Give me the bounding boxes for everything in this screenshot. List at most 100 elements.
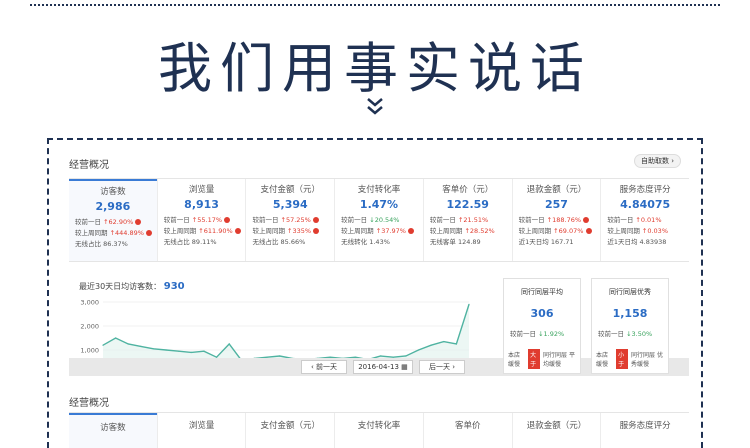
data-point xyxy=(443,341,445,343)
kpi-compare-week: 较上周同期 ↑611.90% xyxy=(164,225,246,235)
kpi-label: 客单价（元） xyxy=(442,185,494,195)
kpi-card[interactable]: 支付转化率 1.47% 较前一日 ↓20.54% 较上周同期 ↑37.97% 无… xyxy=(334,179,423,261)
chevron-down-icon xyxy=(367,98,383,115)
data-point xyxy=(405,355,407,357)
kpi-value: 122.59 xyxy=(446,198,489,211)
kpi-row-2: 访客数 浏览量 支付金额（元） 支付转化率 客单价 退款金额（元） 服务态度评分 xyxy=(69,412,689,448)
data-point xyxy=(102,344,104,346)
kpi-label[interactable]: 支付转化率 xyxy=(334,413,423,448)
kpi-compare-day: 较前一日 ↓20.54% xyxy=(341,216,400,224)
compare-tag: 小于 xyxy=(616,349,629,369)
y-tick-label: 3,000 xyxy=(80,299,99,307)
kpi-wireless: 无线转化 1.43% xyxy=(341,238,390,246)
kpi-compare-week: 较上周同期 ↑69.07% xyxy=(519,225,601,235)
kpi-compare-day: 较前一日 ↑21.51% xyxy=(429,216,489,224)
peer-excellent-card[interactable]: 同行同层优秀 1,158 较前一日 ↓3.50% 本店 缓慢 小于 同行同层 优秀缓… xyxy=(591,278,669,374)
y-tick-label: 1,000 xyxy=(80,347,99,355)
data-point xyxy=(380,355,382,357)
kpi-compare-day: 较前一日 ↑62.90% xyxy=(75,216,157,226)
card-compare: 较前一日 ↓1.92% xyxy=(510,330,565,338)
kpi-label[interactable]: 访客数 xyxy=(69,413,157,448)
card-title: 同行同层平均 xyxy=(521,288,563,296)
kpi-compare-week: 较上周同期 ↑37.97% xyxy=(341,225,423,235)
next-day-button[interactable]: 后一天 › xyxy=(419,360,465,374)
kpi-compare-week: 较上周同期 ↑0.03% xyxy=(607,227,668,235)
prev-day-button[interactable]: ‹ 前一天 xyxy=(301,360,347,374)
kpi-label[interactable]: 浏览量 xyxy=(156,413,246,448)
data-point xyxy=(152,348,155,350)
peer-average-card[interactable]: 同行同层平均 306 较前一日 ↓1.92% 本店 缓慢 大于 同行同层 平均缓慢 xyxy=(503,278,581,374)
kpi-label: 服务态度评分 xyxy=(619,185,671,195)
data-point xyxy=(455,343,457,345)
kpi-compare-week: 较上周同期 ↑335% xyxy=(252,225,334,235)
kpi-wireless: 无线客单 124.89 xyxy=(429,238,481,246)
kpi-wireless: 无线占比 89.11% xyxy=(163,238,217,246)
kpi-label: 浏览量 xyxy=(188,185,215,195)
kpi-card[interactable]: 退款金额（元） 257 较前一日 ↑188.76% 较上周同期 ↑69.07% … xyxy=(511,179,601,261)
kpi-row: 访客数 2,986 较前一日 ↑62.90% 较上周同期 ↑444.89% 无线… xyxy=(69,178,689,262)
card-footer: 本店 缓慢 大于 同行同层 平均缓慢 xyxy=(508,349,576,369)
data-point xyxy=(190,351,192,353)
kpi-compare-day: 较前一日 ↑0.01% xyxy=(607,216,662,224)
data-point xyxy=(203,350,205,352)
kpi-label[interactable]: 支付金额（元） xyxy=(245,413,334,448)
kpi-card[interactable]: 服务态度评分 4.84075 较前一日 ↑0.01% 较上周同期 ↑0.03% … xyxy=(600,179,689,261)
data-point xyxy=(165,349,167,351)
kpi-label: 支付转化率 xyxy=(357,185,401,195)
kpi-card[interactable]: 客单价（元） 122.59 较前一日 ↑21.51% 较上周同期 ↑28.52%… xyxy=(422,179,512,261)
alert-dot-icon xyxy=(583,217,590,223)
data-point xyxy=(228,343,230,345)
kpi-label[interactable]: 服务态度评分 xyxy=(600,413,689,448)
alert-dot-icon xyxy=(312,217,319,223)
kpi-compare-day: 较前一日 ↑57.25% xyxy=(252,214,334,224)
data-point xyxy=(115,337,117,339)
data-point xyxy=(178,350,180,352)
kpi-value: 257 xyxy=(544,198,568,211)
kpi-compare-week: 较上周同期 ↑28.52% xyxy=(429,227,495,235)
kpi-compare-day: 较前一日 ↑55.17% xyxy=(164,214,246,224)
alert-dot-icon xyxy=(135,219,142,225)
kpi-wireless: 近1天日均 4.83938 xyxy=(607,238,667,246)
compare-tag: 大于 xyxy=(528,349,541,369)
alert-dot-icon xyxy=(585,228,592,234)
kpi-value: 1.47% xyxy=(359,198,399,211)
data-point xyxy=(127,343,129,345)
section-title: 经营概况 xyxy=(69,160,109,171)
hero-title: 我们用事实说话 xyxy=(158,37,592,100)
date-picker[interactable]: 2016-04-13 ▦ xyxy=(353,360,413,374)
kpi-card[interactable]: 浏览量 8,913 较前一日 ↑55.17% 较上周同期 ↑611.90% 无线… xyxy=(156,179,246,261)
card-compare: 较前一日 ↓3.50% xyxy=(598,330,653,338)
kpi-value: 4.84075 xyxy=(620,198,671,211)
kpi-wireless: 无线占比 86.37% xyxy=(75,240,128,248)
screenshot-frame: 经营概况 自助取数 › 访客数 2,986 较前一日 ↑62.90% 较上周同期… xyxy=(47,138,703,448)
kpi-wireless: 无线占比 85.66% xyxy=(252,238,306,246)
alert-dot-icon xyxy=(234,228,241,234)
kpi-label[interactable]: 退款金额（元） xyxy=(511,413,601,448)
data-point xyxy=(468,303,470,305)
card-value: 306 xyxy=(530,307,554,320)
card-footer: 本店 缓慢 小于 同行同层 优秀缓慢 xyxy=(596,349,664,369)
alert-dot-icon xyxy=(313,228,320,234)
kpi-label: 支付金额（元） xyxy=(260,185,321,195)
kpi-label[interactable]: 客单价 xyxy=(422,413,512,448)
data-point xyxy=(140,345,142,347)
kpi-label: 访客数 xyxy=(100,187,126,197)
y-tick-label: 2,000 xyxy=(80,323,99,331)
kpi-value: 5,394 xyxy=(272,198,308,211)
auto-fetch-button[interactable]: 自助取数 › xyxy=(633,154,681,168)
data-point xyxy=(417,349,420,351)
kpi-card[interactable]: 支付金额（元） 5,394 较前一日 ↑57.25% 较上周同期 ↑335% 无… xyxy=(245,179,334,261)
data-point xyxy=(279,355,281,357)
kpi-wireless: 近1天日均 167.71 xyxy=(518,238,574,246)
alert-dot-icon xyxy=(146,230,153,236)
data-point xyxy=(430,344,432,346)
card-value: 1,158 xyxy=(612,307,648,320)
kpi-compare-day: 较前一日 ↑188.76% xyxy=(519,214,601,224)
kpi-value: 2,986 xyxy=(95,200,131,213)
card-title: 同行同层优秀 xyxy=(609,288,651,296)
alert-dot-icon xyxy=(408,228,415,234)
calendar-icon: ▦ xyxy=(401,363,408,371)
alert-dot-icon xyxy=(224,217,231,223)
kpi-card[interactable]: 访客数 2,986 较前一日 ↑62.90% 较上周同期 ↑444.89% 无线… xyxy=(69,179,157,261)
kpi-label: 退款金额（元） xyxy=(526,185,587,195)
